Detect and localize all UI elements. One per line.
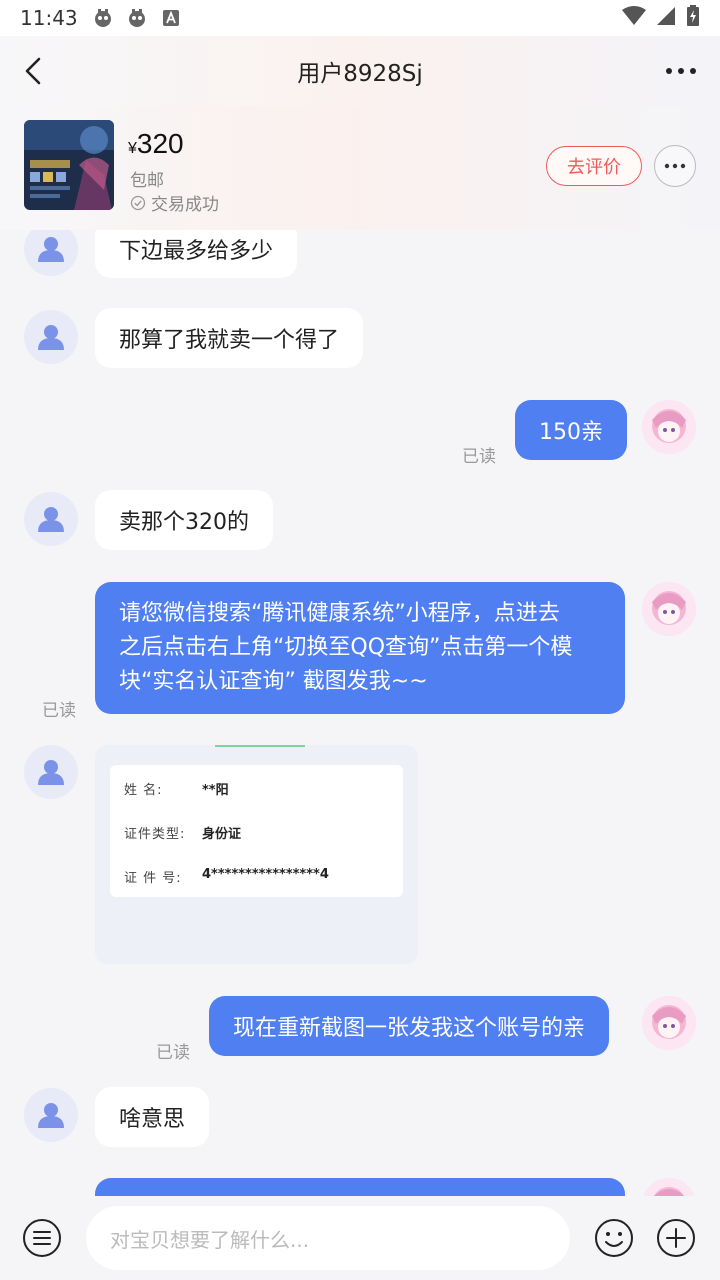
anime-avatar-icon	[642, 400, 696, 454]
id-row-value: 身份证	[202, 827, 242, 842]
message-text: 150亲	[539, 420, 603, 445]
buyer-avatar[interactable]	[642, 996, 696, 1050]
image-accent-line	[215, 745, 305, 747]
id-row: 姓 名: **阳	[124, 779, 229, 798]
check-circle-icon	[130, 195, 146, 210]
more-dots-icon	[666, 68, 696, 74]
shipping-label: 包邮	[130, 171, 164, 191]
id-verification-screenshot: 姓 名: **阳 证件类型: 身份证 证 件 号: 4*************…	[110, 765, 403, 897]
message-text-line: 之后点击右上角“切换至QQ查询”点击第一个模	[119, 635, 573, 660]
seller-avatar[interactable]	[24, 310, 78, 364]
smiley-icon	[595, 1219, 633, 1257]
input-bar: 对宝贝想要了解什么...	[0, 1196, 720, 1280]
message-bubble[interactable]: 啥意思	[95, 1087, 210, 1147]
message-input[interactable]: 对宝贝想要了解什么...	[86, 1206, 570, 1270]
trade-status: 交易成功	[130, 190, 219, 215]
anime-avatar-icon	[642, 996, 696, 1050]
plus-circle-icon	[657, 1219, 695, 1257]
buyer-avatar[interactable]	[642, 582, 696, 636]
message-text-line: 请您微信搜索“腾讯健康系统”小程序，点进去	[119, 601, 560, 626]
chevron-left-icon	[25, 57, 41, 85]
anime-avatar-icon	[642, 582, 696, 636]
more-dots-icon	[664, 163, 686, 169]
user-placeholder-icon	[38, 507, 64, 532]
product-price: ¥320	[128, 128, 184, 160]
buyer-avatar[interactable]	[642, 400, 696, 454]
chat-header: 用户8928Sj	[0, 36, 720, 106]
signal-icon	[656, 6, 676, 31]
message-bubble[interactable]: 那算了我就卖一个得了	[95, 308, 364, 368]
quick-menu-button[interactable]	[22, 1218, 62, 1258]
image-message[interactable]: 姓 名: **阳 证件类型: 身份证 证 件 号: 4*************…	[95, 745, 418, 964]
seller-avatar[interactable]	[24, 745, 78, 799]
message-text: 下边最多给多少	[119, 239, 274, 264]
id-row-value: **阳	[202, 783, 229, 798]
app-notification-icon	[126, 7, 148, 29]
add-attachment-button[interactable]	[656, 1218, 696, 1258]
emoji-button[interactable]	[594, 1218, 634, 1258]
message-bubble[interactable]	[95, 1178, 625, 1196]
message-bubble[interactable]: 下边最多给多少	[95, 230, 298, 278]
review-button[interactable]: 去评价	[546, 146, 642, 186]
buyer-avatar[interactable]	[642, 1178, 696, 1196]
product-thumbnail[interactable]	[24, 120, 114, 210]
message-text-line: 块“实名认证查询” 截图发我~~	[119, 669, 428, 694]
message-text: 啥意思	[119, 1107, 186, 1132]
id-row: 证件类型: 身份证	[124, 823, 241, 842]
message-text: 现在重新截图一张发我这个账号的亲	[233, 1016, 586, 1041]
chat-title: 用户8928Sj	[297, 61, 423, 87]
user-placeholder-icon	[38, 1103, 64, 1128]
id-row-label: 证件类型:	[124, 827, 186, 842]
currency-symbol: ¥	[128, 140, 137, 157]
status-time: 11:43	[20, 6, 78, 30]
price-value: 320	[136, 128, 184, 159]
user-placeholder-icon	[38, 760, 64, 785]
read-receipt: 已读	[156, 1043, 190, 1063]
back-button[interactable]	[18, 54, 52, 88]
product-more-button[interactable]	[654, 145, 696, 187]
id-row-label: 姓 名:	[124, 783, 163, 798]
message-text: 那算了我就卖一个得了	[119, 328, 340, 353]
battery-icon	[686, 4, 700, 32]
message-bubble[interactable]: 150亲	[515, 400, 627, 460]
trade-status-text: 交易成功	[151, 195, 219, 215]
read-receipt: 已读	[462, 447, 496, 467]
status-bar: 11:43	[0, 0, 720, 36]
seller-avatar[interactable]	[24, 230, 78, 276]
anime-avatar-icon	[642, 1178, 696, 1196]
more-options-button[interactable]	[664, 56, 698, 86]
wifi-icon	[622, 5, 646, 31]
id-row: 证 件 号: 4****************4	[124, 867, 329, 886]
app-notification-icon	[92, 7, 114, 29]
a-notification-icon	[160, 7, 182, 29]
user-placeholder-icon	[38, 325, 64, 350]
message-bubble[interactable]: 卖那个320的	[95, 490, 273, 550]
id-row-value: 4****************4	[202, 867, 329, 882]
read-receipt: 已读	[42, 701, 76, 721]
message-text: 卖那个320的	[119, 510, 249, 535]
seller-avatar[interactable]	[24, 492, 78, 546]
user-placeholder-icon	[38, 237, 64, 262]
chat-messages[interactable]: 下边最多给多少 那算了我就卖一个得了 已读 150亲 卖那个320的 已读 请您…	[0, 230, 720, 1196]
menu-circle-icon	[23, 1219, 61, 1257]
seller-avatar[interactable]	[24, 1088, 78, 1142]
message-bubble[interactable]: 现在重新截图一张发我这个账号的亲	[209, 996, 610, 1056]
message-bubble[interactable]: 请您微信搜索“腾讯健康系统”小程序，点进去 之后点击右上角“切换至QQ查询”点击…	[95, 582, 625, 714]
product-card[interactable]: ¥320 包邮 交易成功 去评价	[0, 106, 720, 230]
id-row-label: 证 件 号:	[124, 871, 182, 886]
